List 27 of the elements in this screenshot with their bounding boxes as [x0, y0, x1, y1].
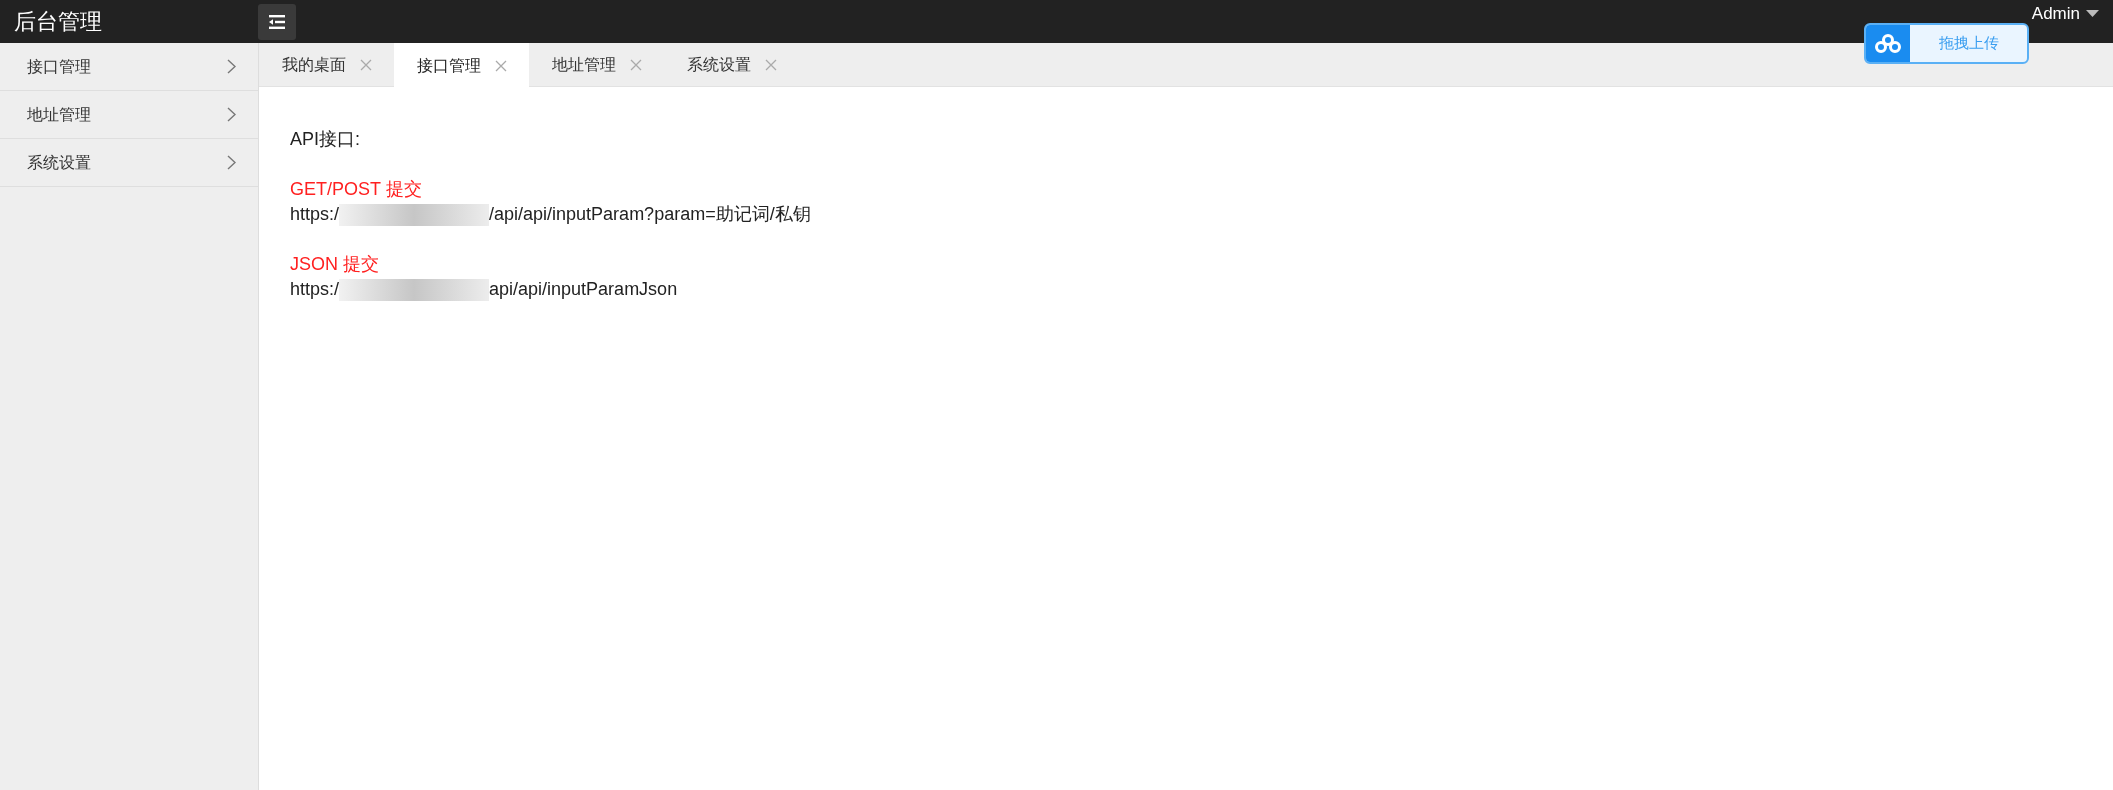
url-text: https:/	[290, 278, 340, 301]
cloud-icon	[1875, 33, 1901, 54]
user-menu[interactable]: Admin	[2031, 0, 2113, 27]
section-title: JSON 提交	[290, 253, 379, 276]
url-text: api/api/inputParamJson	[489, 278, 678, 301]
menu-collapse-icon	[267, 13, 287, 30]
caret-icon	[2086, 9, 2099, 18]
chevron-right-icon	[227, 107, 236, 122]
chevron-right-icon	[227, 59, 236, 74]
sidebar-item[interactable]: 系统设置	[0, 139, 258, 187]
close-icon[interactable]	[629, 59, 642, 71]
tab[interactable]: 系统设置	[664, 43, 799, 87]
tab[interactable]: 地址管理	[529, 43, 664, 87]
tab[interactable]: 我的桌面	[259, 43, 394, 87]
section-title: GET/POST 提交	[290, 178, 422, 201]
url-text: /api/api/inputParam?param=助记词/私钥	[489, 203, 811, 226]
chevron-right-icon	[227, 155, 236, 170]
api-heading: API接口:	[290, 128, 360, 151]
sidebar-item[interactable]: 接口管理	[0, 43, 258, 91]
menu-toggle-button[interactable]	[258, 3, 296, 40]
sidebar-item[interactable]: 地址管理	[0, 91, 258, 139]
close-icon[interactable]	[764, 59, 777, 71]
close-icon[interactable]	[494, 59, 507, 72]
app-title: 后台管理	[14, 9, 102, 34]
url-text: https:/	[290, 203, 340, 226]
close-icon[interactable]	[359, 59, 372, 71]
tab[interactable]: 接口管理	[394, 43, 529, 88]
